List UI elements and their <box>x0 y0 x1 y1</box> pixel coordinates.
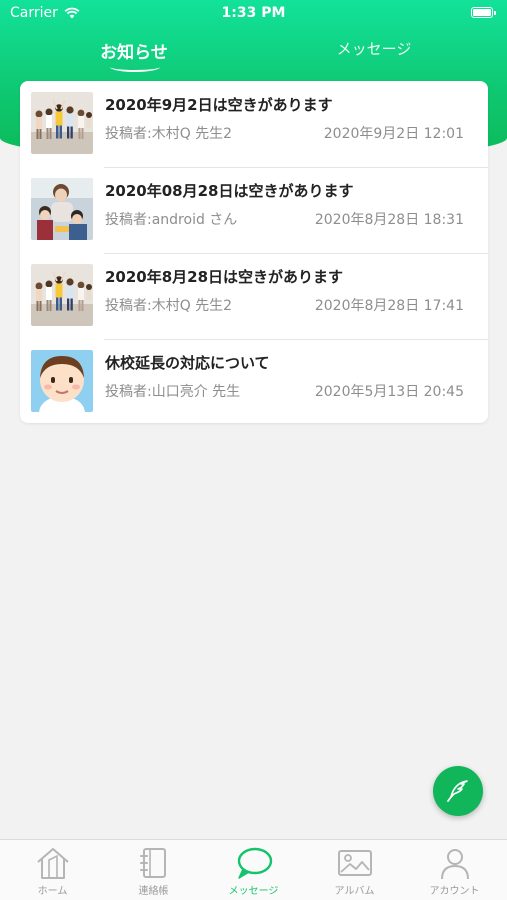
tabbar-label: メッセージ <box>228 886 279 897</box>
notice-row[interactable]: 2020年8月28日は空きがあります 投稿者:木村Q 先生2 2020年8月28… <box>20 253 488 339</box>
tab-message[interactable]: メッセージ <box>284 38 464 59</box>
status-bar: Carrier 1:33 PM <box>0 0 507 28</box>
notice-author: 投稿者:android さん <box>105 212 238 228</box>
notice-date: 2020年5月13日 20:45 <box>314 384 464 400</box>
tabbar-label: アカウント <box>429 886 480 897</box>
notice-title: 休校延長の対応について <box>105 354 270 372</box>
tabbar-home[interactable]: ホーム <box>2 846 103 897</box>
avatar-thumbnail <box>31 350 93 412</box>
tab-oshirase[interactable]: お知らせ <box>44 38 224 63</box>
bottom-tab-bar: ホーム 連絡帳 メッセージ アルバム アカウント <box>0 839 507 900</box>
notice-date: 2020年8月28日 18:31 <box>314 212 464 228</box>
notice-author: 投稿者:山口亮介 先生 <box>105 384 241 400</box>
kids-photo-thumbnail <box>31 92 93 154</box>
top-tabs: お知らせ メッセージ <box>0 38 507 78</box>
tabbar-account[interactable]: アカウント <box>404 846 505 897</box>
notice-author: 投稿者:木村Q 先生2 <box>105 126 233 142</box>
notice-title: 2020年08月28日は空きがあります <box>105 182 354 200</box>
active-tab-indicator <box>110 62 160 72</box>
battery-icon <box>471 7 496 18</box>
notice-row[interactable]: 2020年08月28日は空きがあります 投稿者:android さん 2020年… <box>20 167 488 253</box>
photo-album-icon <box>337 850 372 876</box>
compose-button[interactable] <box>433 766 483 816</box>
notice-date: 2020年8月28日 17:41 <box>314 298 464 314</box>
notebook-icon <box>139 848 166 878</box>
person-icon <box>440 849 469 880</box>
notice-title: 2020年9月2日は空きがあります <box>105 96 333 114</box>
notice-list: 2020年9月2日は空きがあります 投稿者:木村Q 先生2 2020年9月2日 … <box>20 81 488 423</box>
notice-date: 2020年9月2日 12:01 <box>323 126 464 142</box>
family-photo-thumbnail <box>31 178 93 240</box>
notice-author: 投稿者:木村Q 先生2 <box>105 298 233 314</box>
notice-row[interactable]: 休校延長の対応について 投稿者:山口亮介 先生 2020年5月13日 20:45 <box>20 339 488 425</box>
home-icon <box>36 848 69 879</box>
chat-bubble-icon <box>237 847 272 879</box>
tabbar-label: ホーム <box>37 886 68 897</box>
clock: 1:33 PM <box>221 5 286 21</box>
tabbar-label: アルバム <box>334 886 375 897</box>
tabbar-album[interactable]: アルバム <box>304 846 405 897</box>
kids-photo-thumbnail <box>31 264 93 326</box>
tabbar-notebook[interactable]: 連絡帳 <box>103 846 204 897</box>
tabbar-message[interactable]: メッセージ <box>203 846 304 897</box>
quill-pen-icon <box>447 780 468 802</box>
tabbar-label: 連絡帳 <box>138 886 169 897</box>
notice-title: 2020年8月28日は空きがあります <box>105 268 344 286</box>
notice-row[interactable]: 2020年9月2日は空きがあります 投稿者:木村Q 先生2 2020年9月2日 … <box>20 81 488 167</box>
